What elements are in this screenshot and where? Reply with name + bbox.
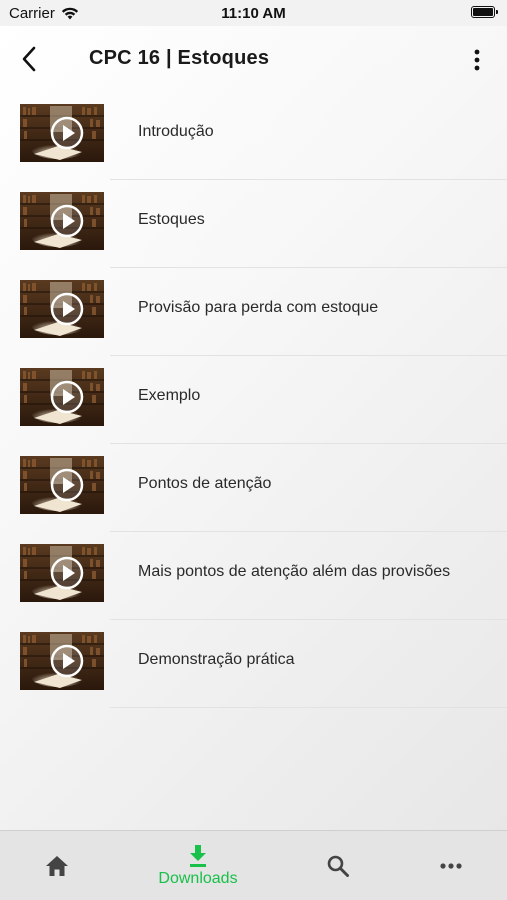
video-thumbnail-icon (20, 632, 104, 690)
lesson-thumbnail[interactable] (20, 192, 104, 250)
lesson-item[interactable]: Estoques (0, 180, 507, 268)
video-thumbnail-icon (20, 456, 104, 514)
page-title: CPC 16 | Estoques (89, 47, 270, 69)
nav-bar: CPC 16 | Estoques (0, 26, 507, 92)
status-bar: Carrier 11:10 AM (0, 0, 507, 26)
tab-bar: Downloads (0, 830, 507, 900)
lesson-title: Introdução (138, 123, 214, 140)
search-icon (327, 855, 349, 877)
lesson-thumbnail[interactable] (20, 280, 104, 338)
lesson-thumbnail[interactable] (20, 632, 104, 690)
lesson-title: Provisão para perda com estoque (138, 299, 379, 316)
lesson-list-screen: CPC 16 | Estoques Introdução Estoques Pr… (0, 26, 507, 830)
video-thumbnail-icon (20, 192, 104, 250)
back-button[interactable] (14, 44, 44, 74)
lesson-title: Pontos de atenção (138, 475, 272, 492)
more-horizontal-icon (440, 863, 462, 869)
lesson-title: Mais pontos de atenção além das provisõe… (138, 563, 451, 580)
lesson-item[interactable]: Exemplo (0, 356, 507, 444)
video-thumbnail-icon (20, 368, 104, 426)
lesson-item[interactable]: Pontos de atenção (0, 444, 507, 532)
lesson-item[interactable]: Introdução (0, 92, 507, 180)
battery-icon (471, 6, 498, 18)
options-menu-button[interactable] (465, 46, 489, 74)
download-icon (190, 845, 206, 867)
lesson-thumbnail[interactable] (20, 544, 104, 602)
video-thumbnail-icon (20, 544, 104, 602)
home-icon (46, 856, 68, 876)
tab-downloads[interactable]: Downloads (148, 831, 248, 900)
lesson-thumbnail[interactable] (20, 456, 104, 514)
video-thumbnail-icon (20, 280, 104, 338)
more-vertical-icon (474, 49, 480, 71)
lesson-item[interactable]: Mais pontos de atenção além das provisõe… (0, 532, 507, 620)
divider (110, 707, 507, 708)
tab-downloads-label: Downloads (158, 870, 238, 887)
lesson-thumbnail[interactable] (20, 368, 104, 426)
video-thumbnail-icon (20, 104, 104, 162)
lesson-title: Exemplo (138, 387, 201, 404)
lesson-list: Introdução Estoques Provisão para perda … (0, 92, 507, 708)
chevron-left-icon (22, 46, 36, 72)
tab-more[interactable] (421, 831, 481, 900)
tab-home[interactable] (27, 831, 87, 900)
lesson-item[interactable]: Provisão para perda com estoque (0, 268, 507, 356)
lesson-title: Estoques (138, 211, 205, 228)
lesson-title: Demonstração prática (138, 651, 295, 668)
lesson-item[interactable]: Demonstração prática (0, 620, 507, 708)
tab-search[interactable] (308, 831, 368, 900)
status-time: 11:10 AM (221, 5, 286, 22)
lesson-thumbnail[interactable] (20, 104, 104, 162)
